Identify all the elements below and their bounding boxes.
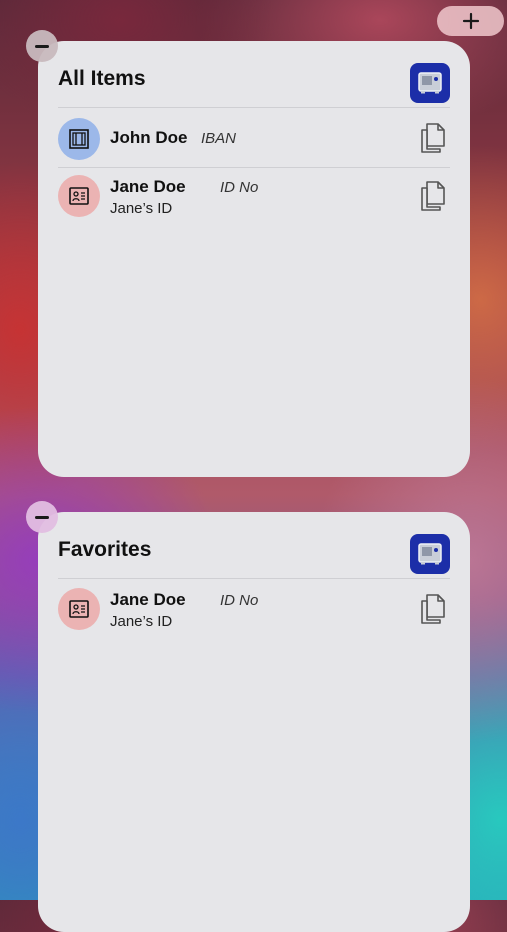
item-name: John Doe [110,128,188,147]
copy-icon[interactable] [416,590,450,628]
widget-title: Favorites [58,538,152,561]
vault-app-icon[interactable] [410,63,450,103]
id-card-icon [58,588,100,630]
list-item[interactable]: Jane Doe ID No Jane’s ID [58,580,450,638]
item-subtitle: Jane’s ID [110,200,173,217]
widget-header: All Items [58,63,450,108]
id-card-icon [58,175,100,217]
widget-favorites: Favorites Jane Doe ID No Jane’s ID [38,512,470,932]
list-item[interactable]: Jane Doe ID No Jane’s ID [58,167,450,225]
copy-icon[interactable] [416,119,450,157]
item-name: Jane Doe [110,177,186,196]
widget-header: Favorites [58,534,450,579]
widget-title: All Items [58,67,146,90]
widget-all-items: All Items John Doe IBAN Jane Doe ID No J… [38,41,470,477]
item-type: ID No [220,592,259,609]
vault-app-icon[interactable] [410,534,450,574]
remove-widget-button[interactable] [26,30,58,62]
minus-icon [35,44,49,48]
remove-widget-button[interactable] [26,501,58,533]
copy-icon[interactable] [416,177,450,215]
item-type: IBAN [201,130,237,147]
item-name: Jane Doe [110,590,186,609]
item-subtitle: Jane’s ID [110,613,173,630]
list-item[interactable]: John Doe IBAN [58,109,450,168]
minus-icon [35,515,49,519]
plus-icon [462,12,479,30]
add-widget-button[interactable] [437,6,504,36]
bank-card-icon [58,118,100,160]
item-type: ID No [220,179,259,196]
